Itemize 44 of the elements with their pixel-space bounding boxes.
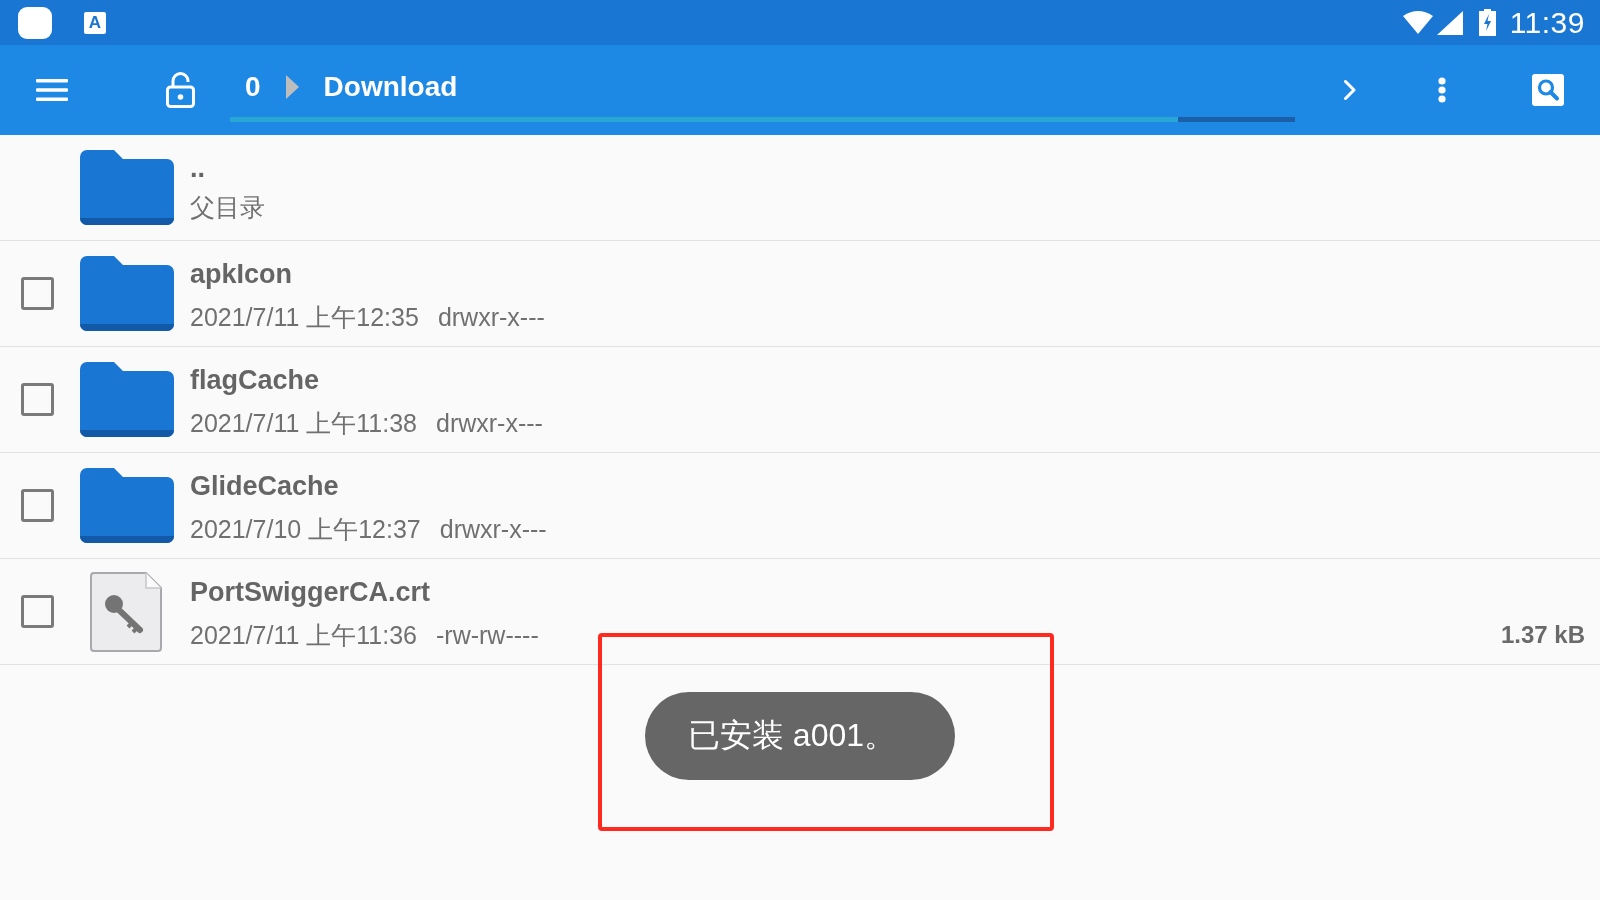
checkbox[interactable]	[21, 489, 54, 522]
file-row[interactable]: GlideCache 2021/7/10 上午12:37 drwxr-x---	[0, 453, 1600, 559]
toast-text: 已安装 a001。	[687, 716, 897, 755]
file-name: GlideCache	[190, 469, 340, 503]
folder-icon	[80, 255, 174, 332]
checkbox[interactable]	[21, 383, 54, 416]
parent-directory-name: ..	[190, 154, 206, 181]
folder-icon	[80, 467, 174, 544]
modified-date: 2021/7/10 上午12:37	[190, 513, 421, 545]
modified-date: 2021/7/11 上午11:38	[190, 407, 417, 439]
key-file-icon	[90, 571, 162, 652]
signal-icon	[1436, 10, 1463, 35]
modified-date: 2021/7/11 上午12:35	[190, 301, 419, 333]
battery-charging-icon	[1478, 9, 1496, 36]
menu-icon	[36, 79, 68, 101]
folder-icon	[80, 361, 174, 438]
clock-time: 11:39	[1509, 5, 1585, 40]
breadcrumb-item[interactable]: 0	[242, 70, 264, 104]
breadcrumb-item[interactable]: Download	[320, 70, 461, 104]
file-name: flagCache	[190, 363, 321, 397]
parent-directory-label: 父目录	[190, 191, 266, 223]
rounded-square-icon	[18, 6, 52, 39]
chevron-right-icon	[1344, 80, 1356, 100]
checkbox[interactable]	[21, 595, 54, 628]
parent-directory-row[interactable]: .. 父目录	[0, 135, 1600, 241]
input-method-badge: A	[84, 11, 106, 34]
triangle-separator-icon	[285, 75, 299, 99]
file-row[interactable]: flagCache 2021/7/11 上午11:38 drwxr-x---	[0, 347, 1600, 453]
file-name: apkIcon	[190, 257, 294, 291]
search-icon	[1532, 74, 1564, 106]
file-name: PortSwiggerCA.crt	[190, 575, 432, 609]
permissions: -rw-rw----	[436, 619, 539, 651]
wifi-icon	[1402, 11, 1433, 34]
more-vertical-icon	[1438, 77, 1446, 103]
permissions: drwxr-x---	[439, 513, 547, 545]
modified-date: 2021/7/11 上午11:36	[190, 619, 417, 651]
file-row[interactable]: apkIcon 2021/7/11 上午12:35 drwxr-x---	[0, 241, 1600, 347]
open-padlock-icon	[165, 72, 195, 108]
file-size: 1.37 kB	[1500, 619, 1585, 650]
permissions: drwxr-x---	[436, 407, 543, 439]
file-row[interactable]: PortSwiggerCA.crt 2021/7/11 上午11:36 -rw-rw---- 1.37 kB	[0, 559, 1600, 665]
checkbox[interactable]	[21, 277, 54, 310]
permissions: drwxr-x---	[437, 301, 545, 333]
folder-icon	[80, 149, 174, 226]
